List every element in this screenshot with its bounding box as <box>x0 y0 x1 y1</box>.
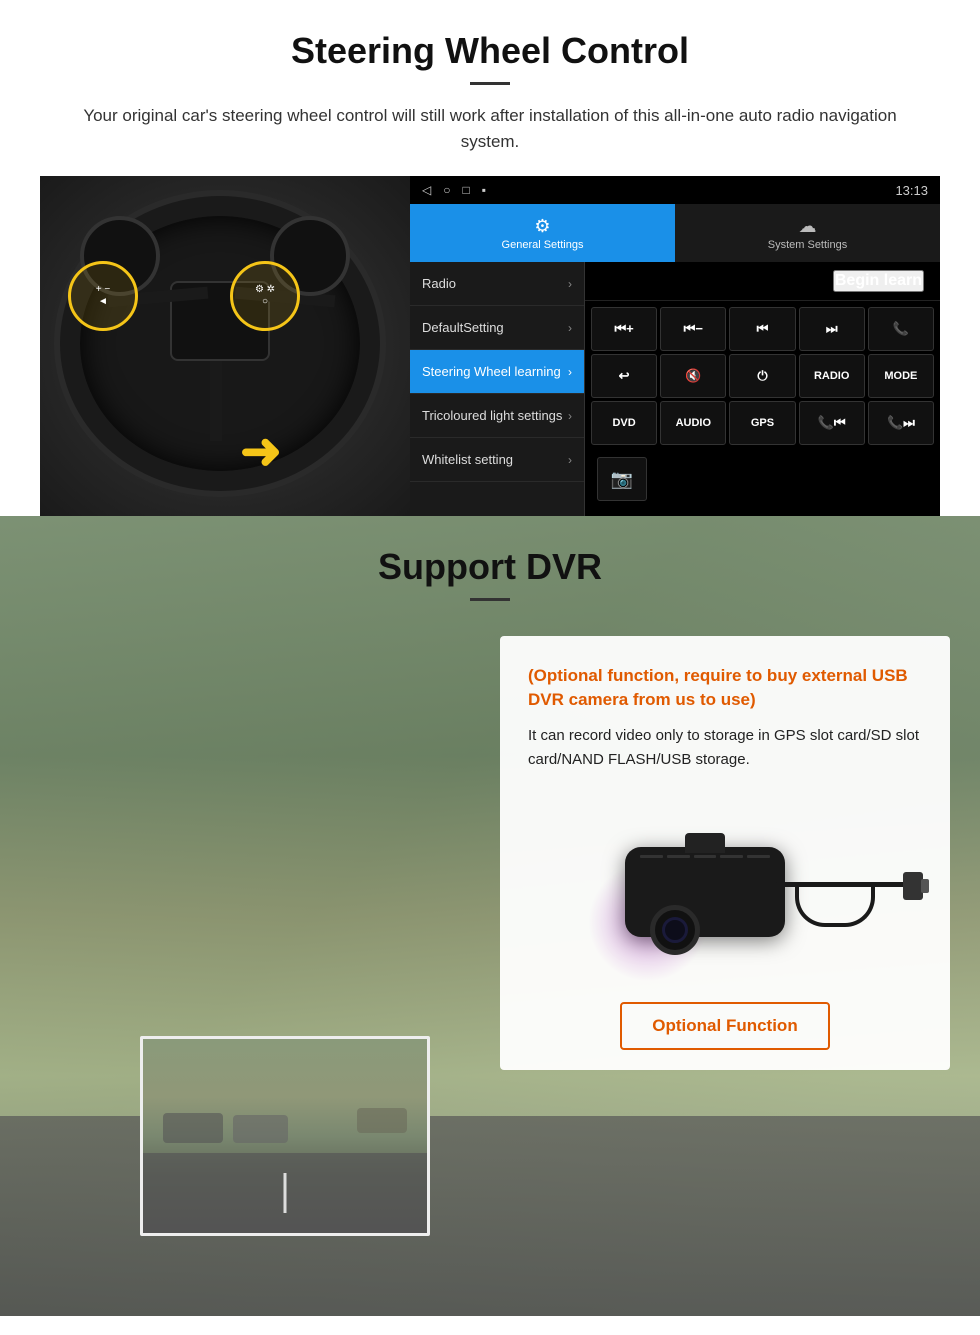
dvr-header: Support DVR <box>0 516 980 639</box>
android-panel: ◁ ○ □ ▪ 13:13 ⚙ General Settings ☁ Syste… <box>410 176 940 516</box>
right-button-highlight: ⚙ ✲○ <box>230 261 300 331</box>
dvr-thumb-center-line <box>284 1173 287 1213</box>
whitelist-chevron-icon: › <box>568 453 572 467</box>
menu-item-radio[interactable]: Radio › <box>410 262 584 306</box>
optional-function-btn-row: Optional Function <box>528 992 922 1050</box>
dvr-info-card: (Optional function, require to buy exter… <box>500 636 950 1070</box>
dvr-thumb-inner <box>143 1039 427 1233</box>
menu-radio-label: Radio <box>422 276 456 291</box>
mode-btn[interactable]: MODE <box>868 354 934 398</box>
menu-default-label: DefaultSetting <box>422 320 504 335</box>
prev-btn[interactable]: ⏮ <box>729 307 795 351</box>
steering-photo: + −◄ ⚙ ✲○ ➜ <box>40 176 410 516</box>
begin-learn-button[interactable]: Begin learn <box>833 270 924 292</box>
optional-function-button[interactable]: Optional Function <box>620 1002 829 1050</box>
power-btn[interactable]: ⏻ <box>729 354 795 398</box>
menu-steering-label: Steering Wheel learning <box>422 364 561 379</box>
menu-tricoloured-label: Tricoloured light settings <box>422 408 562 423</box>
gps-btn[interactable]: GPS <box>729 401 795 445</box>
title-divider-1 <box>470 82 510 85</box>
begin-learn-row: Begin learn <box>585 262 940 301</box>
section-steering: Steering Wheel Control Your original car… <box>0 0 980 516</box>
android-tabs[interactable]: ⚙ General Settings ☁ System Settings <box>410 204 940 262</box>
menu-item-steering-wheel[interactable]: Steering Wheel learning › <box>410 350 584 394</box>
dvr-btn[interactable]: 📷 <box>597 457 647 501</box>
android-body: Radio › DefaultSetting › Steering Wheel … <box>410 262 940 516</box>
tab-system-label: System Settings <box>768 239 847 251</box>
back-call-btn[interactable]: ↩ <box>591 354 657 398</box>
menu-icon: ▪ <box>482 183 486 197</box>
left-button-highlight: + −◄ <box>68 261 138 331</box>
tab-general-label: General Settings <box>502 239 584 251</box>
menu-item-default-setting[interactable]: DefaultSetting › <box>410 306 584 350</box>
dvr-row: 📷 <box>585 451 940 507</box>
audio-btn[interactable]: AUDIO <box>660 401 726 445</box>
steering-ui-block: + −◄ ⚙ ✲○ ➜ ◁ ○ □ ▪ 13:13 <box>40 176 940 516</box>
tel-next-btn[interactable]: 📞⏭ <box>868 401 934 445</box>
radio-chevron-icon: › <box>568 277 572 291</box>
dvr-title: Support DVR <box>0 546 980 588</box>
mute-btn[interactable]: 🔇 <box>660 354 726 398</box>
settings-menu: Radio › DefaultSetting › Steering Wheel … <box>410 262 585 516</box>
system-settings-icon: ☁ <box>799 216 817 237</box>
menu-item-tricoloured[interactable]: Tricoloured light settings › <box>410 394 584 438</box>
default-chevron-icon: › <box>568 321 572 335</box>
menu-whitelist-label: Whitelist setting <box>422 452 513 467</box>
dvr-preview-thumbnail <box>140 1036 430 1236</box>
steering-bg: + −◄ ⚙ ✲○ ➜ <box>40 176 410 516</box>
dvr-camera-image <box>528 792 922 992</box>
tel-prev-btn[interactable]: 📞⏮ <box>799 401 865 445</box>
recents-icon: □ <box>462 183 469 197</box>
vol-up-btn[interactable]: ⏮+ <box>591 307 657 351</box>
general-settings-icon: ⚙ <box>534 216 550 237</box>
steering-subtitle: Your original car's steering wheel contr… <box>60 103 920 154</box>
control-buttons-grid: ⏮+ ⏮− ⏮ ⏭ 📞 ↩ 🔇 ⏻ RADIO MODE DVD AUDIO <box>585 301 940 451</box>
statusbar-nav-icons: ◁ ○ □ ▪ <box>422 183 486 197</box>
steering-title: Steering Wheel Control <box>40 30 940 72</box>
steering-content-area: Begin learn ⏮+ ⏮− ⏮ ⏭ 📞 ↩ 🔇 ⏻ <box>585 262 940 516</box>
home-icon: ○ <box>443 183 450 197</box>
tricoloured-chevron-icon: › <box>568 409 572 423</box>
statusbar-time: 13:13 <box>895 183 928 198</box>
section-dvr: Support DVR (Optional function, require … <box>0 516 980 1316</box>
android-statusbar: ◁ ○ □ ▪ 13:13 <box>410 176 940 204</box>
title-divider-2 <box>470 598 510 601</box>
menu-item-whitelist[interactable]: Whitelist setting › <box>410 438 584 482</box>
back-icon: ◁ <box>422 183 431 197</box>
vol-down-btn[interactable]: ⏮− <box>660 307 726 351</box>
tab-system-settings[interactable]: ☁ System Settings <box>675 204 940 262</box>
phone-btn[interactable]: 📞 <box>868 307 934 351</box>
steering-chevron-icon: › <box>568 365 572 379</box>
next-btn[interactable]: ⏭ <box>799 307 865 351</box>
dvd-btn[interactable]: DVD <box>591 401 657 445</box>
radio-btn[interactable]: RADIO <box>799 354 865 398</box>
dvr-optional-text: (Optional function, require to buy exter… <box>528 664 922 712</box>
dvr-desc-text: It can record video only to storage in G… <box>528 724 922 772</box>
tab-general-settings[interactable]: ⚙ General Settings <box>410 204 675 262</box>
